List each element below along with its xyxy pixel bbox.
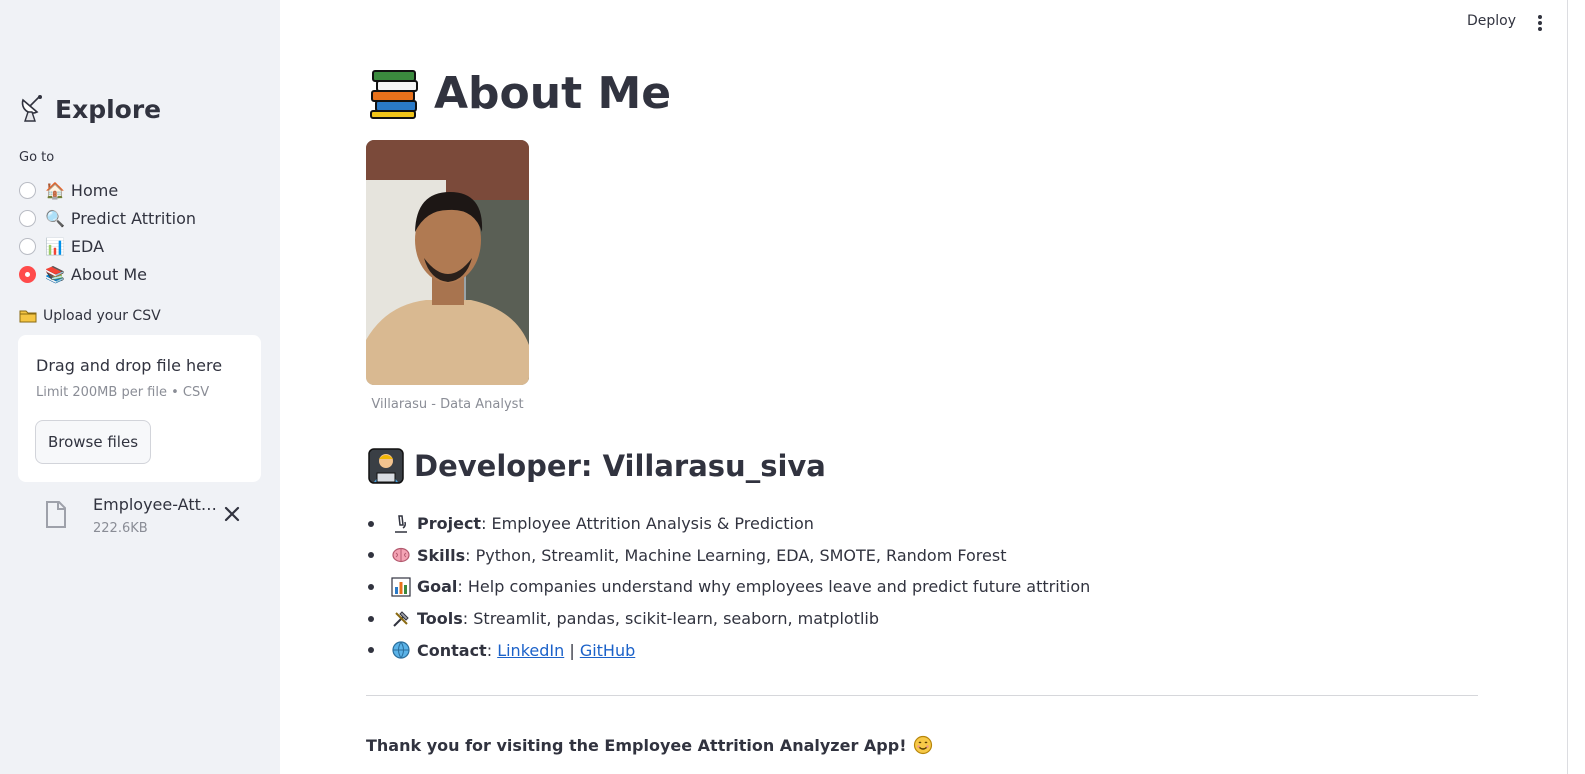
radio-button[interactable] xyxy=(19,181,36,199)
nav-item-label: EDA xyxy=(70,236,105,256)
upload-label: Upload your CSV xyxy=(19,308,161,324)
main-menu-icon[interactable] xyxy=(1530,14,1550,34)
brain-icon xyxy=(392,548,410,563)
developer-heading-text: Developer: Villarasu_siva xyxy=(414,449,826,483)
satellite-antenna-icon xyxy=(21,95,42,122)
bullet-text: : Employee Attrition Analysis & Predicti… xyxy=(481,514,814,534)
file-name: Employee-Attri... xyxy=(93,495,221,514)
uploaded-file: Employee-Attri... 222.6KB xyxy=(40,495,250,541)
list-item-skills: Skills: Python, Streamlit, Machine Learn… xyxy=(366,540,1090,572)
deploy-button[interactable]: Deploy xyxy=(1467,13,1516,29)
nav-item-eda[interactable]: 📊 EDA xyxy=(19,232,196,260)
page-title-text: About Me xyxy=(434,67,672,119)
dropzone-subtitle: Limit 200MB per file • CSV xyxy=(36,385,210,400)
sidebar-title-text: Explore xyxy=(55,94,162,124)
hammer-wrench-icon xyxy=(393,610,409,627)
nav-item-label: Home xyxy=(70,180,119,200)
technologist-icon xyxy=(368,448,404,484)
bullet-dot xyxy=(368,583,374,590)
photo-caption: Villarasu - Data Analyst xyxy=(371,397,524,412)
bullet-key: Contact xyxy=(417,640,487,660)
bullet-dot xyxy=(368,647,374,654)
thanks-message: Thank you for visiting the Employee Attr… xyxy=(366,735,933,755)
bullet-text: : Python, Streamlit, Machine Learning, E… xyxy=(465,545,1007,565)
file-dropzone[interactable]: Drag and drop file here Limit 200MB per … xyxy=(18,335,261,482)
browse-files-button[interactable]: Browse files xyxy=(35,420,151,464)
link-separator: | xyxy=(564,640,580,660)
file-size: 222.6KB xyxy=(93,521,148,536)
folder-icon xyxy=(19,310,37,323)
bullet-dot xyxy=(368,615,374,622)
sidebar-title: Explore xyxy=(19,94,161,124)
bullet-dot xyxy=(368,520,374,527)
bullet-key: Tools xyxy=(417,609,463,629)
nav-radio-group: 🏠 Home 🔍 Predict Attrition 📊 EDA 📚 About… xyxy=(19,176,196,288)
bullet-key: Skills xyxy=(417,545,466,565)
bar-chart-icon xyxy=(391,577,411,597)
radio-button-selected[interactable] xyxy=(19,265,36,283)
developer-heading: Developer: Villarasu_siva xyxy=(368,448,826,484)
nav-item-predict-attrition[interactable]: 🔍 Predict Attrition xyxy=(19,204,196,232)
bullet-text: : xyxy=(486,640,498,660)
globe-icon xyxy=(392,641,410,659)
nav-item-about-me[interactable]: 📚 About Me xyxy=(19,260,196,288)
bullet-key: Project xyxy=(417,514,482,534)
nav-item-home[interactable]: 🏠 Home xyxy=(19,176,196,204)
books-icon xyxy=(370,70,418,119)
thanks-text: Thank you for visiting the Employee Attr… xyxy=(366,735,907,755)
microscope-icon xyxy=(395,515,407,533)
bullet-key: Goal xyxy=(417,577,458,597)
profile-photo xyxy=(366,140,529,385)
close-icon[interactable] xyxy=(222,504,242,524)
list-item-goal: Goal: Help companies understand why empl… xyxy=(366,571,1090,603)
house-icon: 🏠 xyxy=(45,180,65,200)
linkedin-link[interactable]: LinkedIn xyxy=(497,641,564,660)
file-icon xyxy=(46,501,66,528)
magnifier-icon: 🔍 xyxy=(45,208,65,228)
bullet-text: : Streamlit, pandas, scikit-learn, seabo… xyxy=(462,609,880,629)
page-title: About Me xyxy=(368,66,671,120)
bullet-dot xyxy=(368,552,374,559)
radio-button[interactable] xyxy=(19,209,36,227)
radio-button[interactable] xyxy=(19,237,36,255)
smiling-face-icon xyxy=(913,735,932,755)
books-icon: 📚 xyxy=(45,264,65,284)
list-item-project: Project: Employee Attrition Analysis & P… xyxy=(366,508,1090,540)
upload-label-text: Upload your CSV xyxy=(43,308,161,324)
sidebar: Explore Go to 🏠 Home 🔍 Predict Attrition… xyxy=(0,0,280,774)
nav-item-label: About Me xyxy=(70,264,147,284)
goto-label: Go to xyxy=(19,150,55,165)
nav-item-label: Predict Attrition xyxy=(70,208,196,228)
list-item-contact: Contact: LinkedIn | GitHub xyxy=(366,634,1090,666)
dropzone-title: Drag and drop file here xyxy=(36,356,223,375)
github-link[interactable]: GitHub xyxy=(580,641,635,660)
list-item-tools: Tools: Streamlit, pandas, scikit-learn, … xyxy=(366,603,1090,635)
scrollbar-edge xyxy=(1567,0,1568,774)
bar-chart-icon: 📊 xyxy=(45,236,65,256)
bullet-text: : Help companies understand why employee… xyxy=(457,577,1091,597)
divider xyxy=(366,695,1478,696)
about-list: Project: Employee Attrition Analysis & P… xyxy=(366,508,1090,666)
